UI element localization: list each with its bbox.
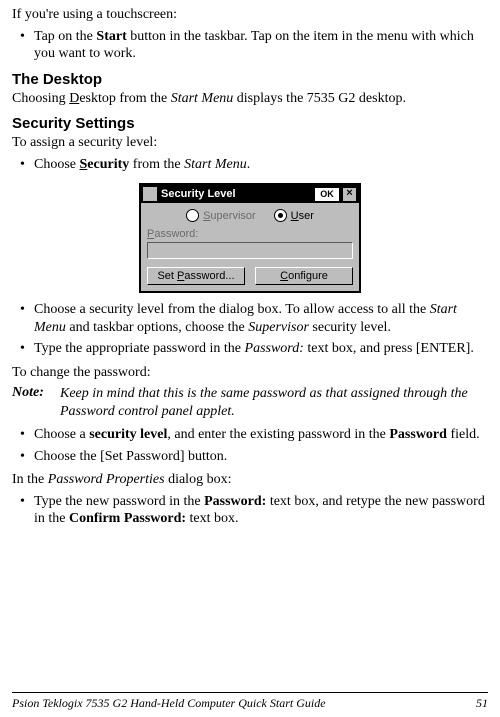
text: Tap on the [34, 29, 96, 44]
password-field-ref: Password: [245, 341, 304, 356]
touchscreen-intro: If you're using a touchscreen: [12, 6, 488, 24]
text: Choose a security level from the dialog … [34, 302, 430, 317]
configure-button[interactable]: Configure [255, 267, 353, 285]
change-password-intro: To change the password: [12, 364, 488, 382]
access-c: C [280, 270, 288, 282]
set-password-button[interactable]: Set Password... [147, 267, 245, 285]
footer-title: Psion Teklogix 7535 G2 Hand-Held Compute… [12, 696, 326, 711]
radio-supervisor[interactable]: Supervisor [186, 209, 256, 222]
ok-button[interactable]: OK [314, 187, 340, 202]
text: from the [133, 157, 184, 172]
text: assword... [184, 270, 234, 282]
text: assword: [154, 228, 198, 240]
radio-circle-icon [186, 209, 199, 222]
security-level-bold: security level [89, 427, 167, 442]
security-heading: Security Settings [12, 115, 488, 132]
dialog-title: Security Level [161, 188, 314, 200]
text: Choosing [12, 91, 69, 106]
text: Type the new password in the [34, 494, 204, 509]
security-dialog-figure: Security Level OK × Supervisor User Pas [12, 183, 488, 293]
choose-set-password-bullet: Choose the [Set Password] button. [34, 448, 488, 466]
text: Choose [34, 157, 80, 172]
choose-security-bullet: Choose Security from the Start Menu. [34, 156, 488, 174]
password-input[interactable] [147, 242, 353, 259]
password-bold: Password: [204, 494, 266, 509]
start-menu-ref: Start Menu [171, 91, 234, 106]
password-properties-ref: Password Properties [48, 472, 165, 487]
text: Type the appropriate password in the [34, 341, 245, 356]
security-menu-item: Security [80, 157, 130, 172]
note-label: Note: [12, 385, 54, 401]
radio-user-label: User [291, 210, 314, 222]
text: and taskbar options, choose the [66, 320, 248, 335]
page-number: 51 [476, 696, 488, 711]
text: . [247, 157, 251, 172]
close-icon: × [346, 187, 352, 199]
note-text: Keep in mind that this is the same passw… [60, 385, 488, 420]
text: , and enter the existing password in the [167, 427, 389, 442]
desktop-line: Choosing Desktop from the Start Menu dis… [12, 90, 488, 108]
password-bold: Password [389, 427, 447, 442]
text: field. [447, 427, 480, 442]
type-new-password-bullet: Type the new password in the Password: t… [34, 493, 488, 528]
confirm-password-bold: Confirm Password: [69, 511, 186, 526]
radio-supervisor-label: Supervisor [203, 210, 256, 222]
desktop-heading: The Desktop [12, 71, 488, 88]
text: ecurity [87, 157, 129, 172]
password-properties-intro: In the Password Properties dialog box: [12, 471, 488, 489]
text: text box, and press [ENTER]. [304, 341, 474, 356]
text: dialog box: [165, 472, 232, 487]
access-d: D [69, 91, 79, 106]
text: Choose a [34, 427, 89, 442]
security-level-dialog: Security Level OK × Supervisor User Pas [139, 183, 361, 293]
dialog-titlebar: Security Level OK × [141, 185, 359, 203]
text: text box. [186, 511, 239, 526]
access-u: U [291, 210, 299, 222]
page-footer: Psion Teklogix 7535 G2 Hand-Held Compute… [12, 692, 488, 711]
choose-level-bullet: Choose a security level from the dialog … [34, 301, 488, 336]
radio-user[interactable]: User [274, 209, 314, 222]
text: Choose the [Set Password] button. [34, 449, 227, 464]
text: In the [12, 472, 48, 487]
note-block: Note: Keep in mind that this is the same… [12, 385, 488, 420]
text: esktop from the [79, 91, 170, 106]
type-password-bullet: Type the appropriate password in the Pas… [34, 340, 488, 358]
text: security level. [309, 320, 391, 335]
text: onfigure [288, 270, 328, 282]
app-icon [143, 187, 157, 201]
choose-level-enter-pw-bullet: Choose a security level, and enter the e… [34, 426, 488, 444]
start-menu-ref: Start Menu [184, 157, 247, 172]
radio-circle-icon [274, 209, 287, 222]
close-button[interactable]: × [342, 187, 357, 202]
password-label: Password: [147, 228, 353, 240]
assign-intro: To assign a security level: [12, 134, 488, 152]
text: displays the 7535 G2 desktop. [233, 91, 406, 106]
start-bold: Start [96, 29, 126, 44]
supervisor-ref: Supervisor [248, 320, 309, 335]
touchscreen-bullet: Tap on the Start button in the taskbar. … [34, 28, 488, 63]
text: upervisor [210, 210, 255, 222]
text: Set [157, 270, 177, 282]
text: ser [299, 210, 314, 222]
